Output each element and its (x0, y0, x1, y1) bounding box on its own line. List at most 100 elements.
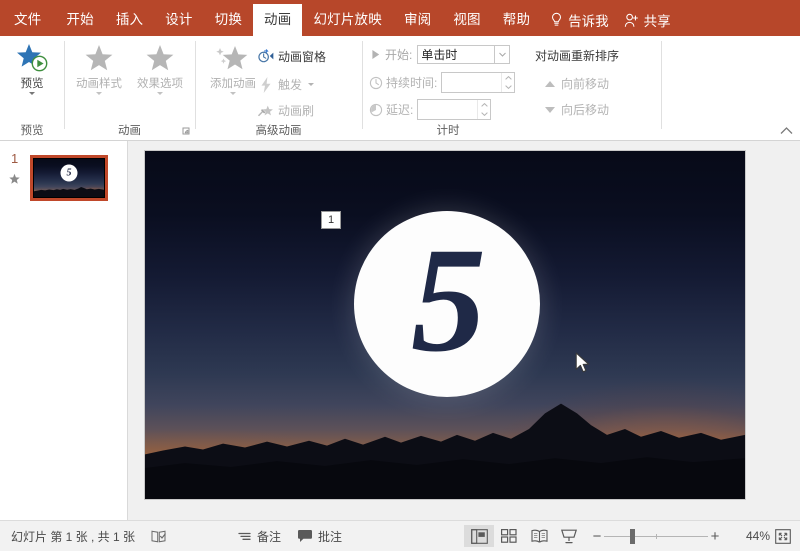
tab-file[interactable]: 文件 (0, 4, 55, 36)
view-reading-button[interactable] (524, 525, 554, 547)
animation-styles-star-icon (82, 42, 116, 76)
effect-options-button[interactable]: 效果选项 (129, 42, 191, 95)
animation-styles-label: 动画样式 (76, 78, 122, 91)
slide-thumbnail-1[interactable]: 5 (30, 155, 108, 201)
preview-button[interactable]: 预览 (1, 42, 63, 95)
normal-view-icon (471, 529, 488, 544)
thumbnail-number-badge: 5 (61, 164, 78, 181)
chevron-down-icon[interactable] (308, 83, 314, 86)
clock-icon (369, 76, 383, 90)
view-normal-button[interactable] (464, 525, 494, 547)
delay-label: 延迟: (386, 101, 413, 118)
delay-spinner[interactable] (417, 99, 491, 120)
duration-label: 持续时间: (386, 74, 437, 91)
ribbon-group-advanced-animation: 添加动画 动画窗格 (196, 36, 361, 140)
add-animation-button[interactable]: 添加动画 (202, 42, 264, 95)
chevron-down-icon[interactable] (29, 92, 35, 95)
zoom-percentage[interactable]: 44% (728, 529, 770, 543)
tab-view[interactable]: 视图 (442, 4, 491, 36)
chevron-down-icon (499, 52, 506, 57)
tab-design[interactable]: 设计 (154, 4, 203, 36)
work-area: 1 5 (0, 141, 800, 520)
tab-help[interactable]: 帮助 (492, 4, 541, 36)
language-proofing-button[interactable] (149, 526, 169, 546)
preview-star-icon (15, 42, 49, 76)
slide-foreground: 5 1 (145, 151, 745, 499)
share-button[interactable]: 共享 (618, 4, 687, 36)
view-slideshow-button[interactable] (554, 525, 584, 547)
duration-spin-buttons[interactable] (501, 73, 514, 92)
chevron-down-icon[interactable] (230, 92, 236, 95)
animation-painter-button[interactable]: 动画刷 (258, 102, 314, 119)
triangle-up-icon (545, 81, 555, 87)
thumbnail-number: 1 (11, 151, 18, 166)
countdown-number: 5 (411, 225, 483, 375)
tab-transitions[interactable]: 切换 (204, 4, 253, 36)
slide-canvas[interactable]: 5 1 (145, 151, 745, 499)
duration-value (442, 73, 501, 92)
reorder-animation-title: 对动画重新排序 (535, 47, 619, 64)
tab-review[interactable]: 审阅 (393, 4, 442, 36)
start-value: 单击时 (421, 46, 491, 63)
spin-down-icon[interactable] (502, 83, 514, 93)
collapse-ribbon-button[interactable] (780, 126, 793, 135)
start-dropdown-arrow[interactable] (495, 45, 510, 64)
slide-thumbnail-pane[interactable]: 1 5 (0, 141, 128, 520)
preview-button-label: 预览 (21, 78, 44, 91)
spin-up-icon[interactable] (478, 100, 490, 110)
start-label: 开始: (385, 46, 412, 63)
animation-indicator-star-icon[interactable] (8, 173, 21, 186)
delay-row: 延迟: (369, 99, 491, 120)
zoom-out-button[interactable]: − (590, 528, 604, 545)
animation-pane-label: 动画窗格 (278, 48, 326, 65)
ribbon-group-animation-title: 动画 (65, 122, 194, 138)
chevron-down-icon[interactable] (157, 92, 163, 95)
move-earlier-button[interactable]: 向前移动 (545, 75, 609, 92)
triangle-down-icon (545, 107, 555, 113)
slide-sorter-icon (501, 529, 517, 543)
tell-me-label: 告诉我 (568, 10, 609, 30)
chevron-down-icon[interactable] (96, 92, 102, 95)
duration-spinner[interactable] (441, 72, 515, 93)
add-animation-label: 添加动画 (210, 78, 256, 91)
trigger-button[interactable]: 触发 (258, 76, 314, 93)
slideshow-view-icon (561, 529, 577, 544)
tab-slideshow[interactable]: 幻灯片放映 (302, 4, 393, 36)
animation-painter-label: 动画刷 (278, 102, 314, 119)
animation-pane-icon (258, 49, 274, 65)
ribbon-tab-bar: 文件 开始 插入 设计 切换 动画 幻灯片放映 审阅 视图 帮助 告诉我 共享 (0, 0, 800, 36)
delay-spin-buttons[interactable] (477, 100, 490, 119)
spin-down-icon[interactable] (478, 110, 490, 120)
slide-count-label[interactable]: 幻灯片 第 1 张 , 共 1 张 (11, 528, 135, 545)
view-slide-sorter-button[interactable] (494, 525, 524, 547)
notes-button[interactable]: 备注 (237, 528, 281, 545)
animation-dialog-launcher[interactable] (182, 127, 191, 136)
slide-edit-pane: 5 1 (128, 141, 800, 520)
tab-insert[interactable]: 插入 (105, 4, 154, 36)
zoom-slider[interactable]: − + (590, 528, 722, 545)
zoom-handle[interactable] (630, 529, 635, 544)
tell-me-box[interactable]: 告诉我 (541, 4, 618, 36)
fit-slide-to-window-button[interactable] (770, 525, 796, 547)
ribbon-group-animation: 动画样式 效果选项 动画 (65, 36, 194, 140)
person-share-icon (624, 13, 639, 28)
animation-order-tag[interactable]: 1 (321, 211, 341, 229)
countdown-circle-shape[interactable]: 5 (354, 211, 540, 397)
start-combobox[interactable]: 单击时 (417, 45, 495, 64)
tab-animations[interactable]: 动画 (253, 4, 302, 36)
ribbon-group-preview: 预览 预览 (0, 36, 64, 140)
animation-pane-button[interactable]: 动画窗格 (258, 48, 326, 65)
animation-styles-button[interactable]: 动画样式 (68, 42, 130, 95)
tab-home[interactable]: 开始 (55, 4, 104, 36)
spin-up-icon[interactable] (502, 73, 514, 83)
status-bar-right: − + 44% (464, 525, 800, 547)
slide-thumbnail-1-content: 5 (34, 159, 104, 197)
zoom-in-button[interactable]: + (708, 528, 722, 545)
comments-button[interactable]: 批注 (297, 528, 342, 545)
move-later-button[interactable]: 向后移动 (545, 101, 609, 118)
mouse-cursor-icon (575, 352, 593, 376)
book-check-icon (151, 529, 167, 544)
share-label: 共享 (644, 10, 671, 30)
duration-row: 持续时间: (369, 72, 515, 93)
zoom-track[interactable] (604, 536, 708, 537)
